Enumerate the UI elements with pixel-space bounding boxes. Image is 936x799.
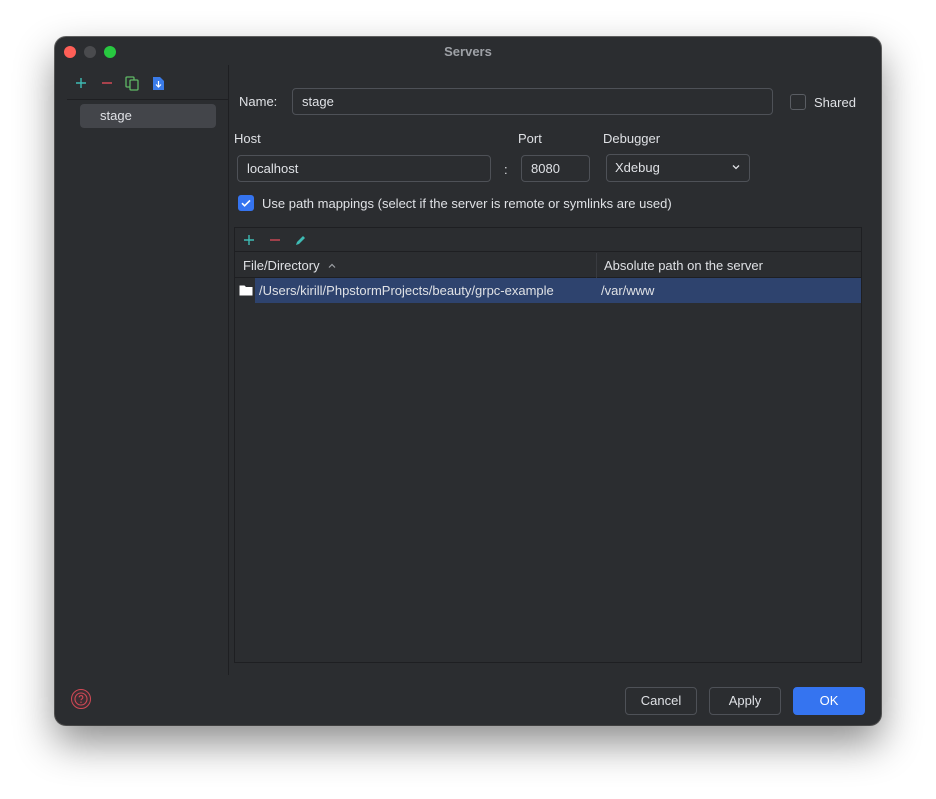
host-input[interactable]: localhost [237,155,491,182]
servers-dialog: Servers stage Name: stage Shared Host Po… [55,37,881,725]
name-input[interactable]: stage [292,88,773,115]
copy-icon[interactable] [124,75,140,91]
port-label: Port [518,131,542,146]
server-list-item-label: stage [100,108,132,123]
edit-icon[interactable] [292,232,308,248]
chevron-down-icon [731,155,741,181]
file-cell: /Users/kirill/PhpstormProjects/beauty/gr… [259,283,554,298]
path-mappings-table: File/Directory Absolute path on the serv… [234,227,862,663]
server-list-panel: stage [55,65,229,675]
window-title: Servers [444,44,492,59]
absolute-path-cell: /var/www [601,283,655,298]
file-column-header[interactable]: File/Directory [235,253,596,278]
add-icon[interactable] [241,232,257,248]
shared-label: Shared [814,95,856,110]
debugger-select[interactable]: Xdebug [606,154,750,182]
apply-button[interactable]: Apply [709,687,781,715]
checkmark-icon [241,199,251,207]
add-icon[interactable] [73,75,89,91]
toolbar-separator [67,99,228,100]
port-separator: : [504,162,508,177]
shared-checkbox[interactable] [790,94,806,110]
absolute-path-column-header[interactable]: Absolute path on the server [596,253,862,278]
cancel-button[interactable]: Cancel [625,687,697,715]
remove-icon[interactable] [267,232,283,248]
import-icon[interactable] [150,75,166,91]
path-mappings-checkbox[interactable] [238,195,254,211]
server-list-toolbar [55,75,228,97]
host-label: Host [234,131,261,146]
path-mappings-label: Use path mappings (select if the server … [262,196,672,211]
title-bar: Servers [55,37,881,65]
name-label: Name: [239,94,278,109]
sort-ascending-icon [327,254,337,279]
debugger-label: Debugger [603,131,661,146]
mappings-table-header: File/Directory Absolute path on the serv… [235,253,861,278]
help-button[interactable] [71,689,91,709]
folder-icon [239,284,253,299]
table-row[interactable]: /Users/kirill/PhpstormProjects/beauty/gr… [235,278,861,303]
mappings-toolbar [235,228,861,252]
port-input[interactable]: 8080 [521,155,590,182]
file-column-label: File/Directory [243,258,320,273]
ok-button[interactable]: OK [793,687,865,715]
server-list-item[interactable]: stage [80,104,216,128]
question-icon [74,692,88,706]
remove-icon[interactable] [99,75,115,91]
debugger-select-value: Xdebug [615,160,660,175]
